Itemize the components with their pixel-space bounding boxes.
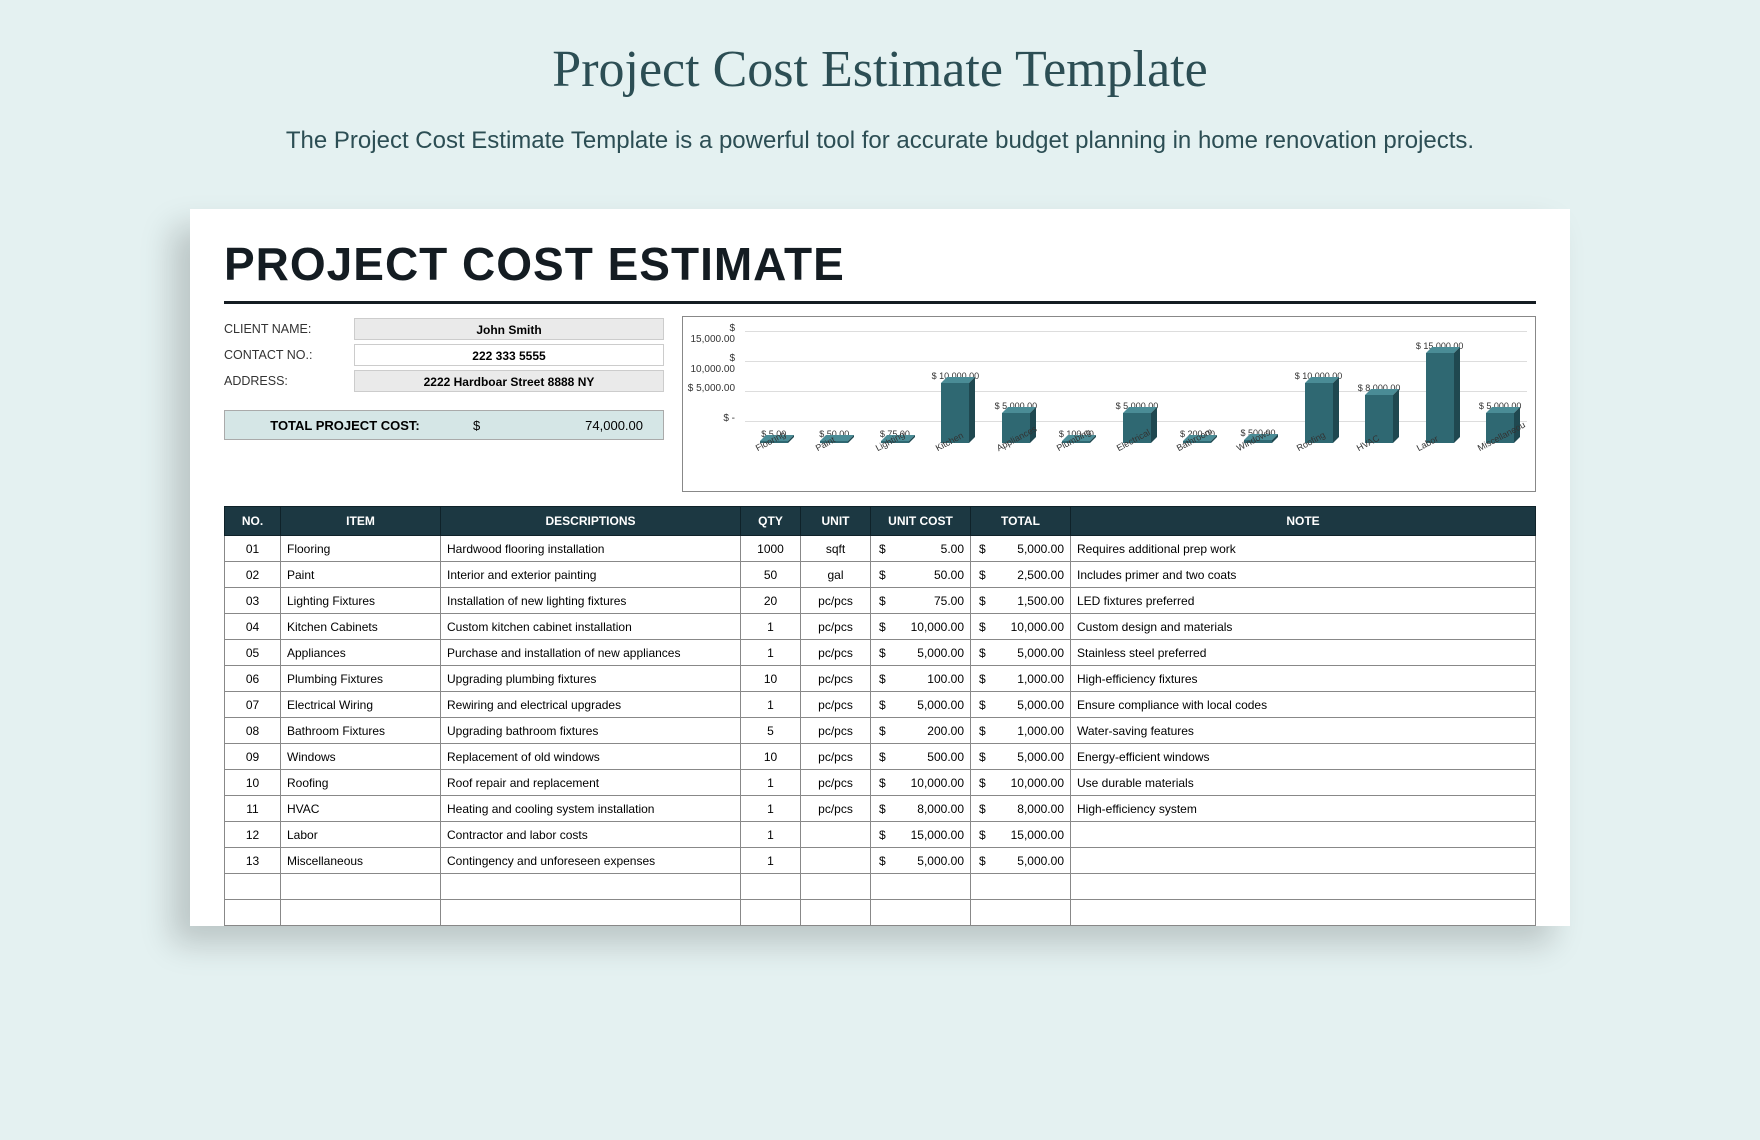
cost-chart: $ 15,000.00$ 10,000.00$ 5,000.00$ - $ 5.…	[682, 316, 1536, 492]
total-amount: 74,000.00	[505, 418, 663, 433]
table-header: QTY	[741, 507, 801, 536]
table-row: 03 Lighting Fixtures Installation of new…	[225, 588, 1536, 614]
table-header: UNIT	[801, 507, 871, 536]
table-row: 05 Appliances Purchase and installation …	[225, 640, 1536, 666]
contact-value: 222 333 5555	[354, 344, 664, 366]
chart-y-tick: $ -	[683, 413, 739, 443]
table-row: 04 Kitchen Cabinets Custom kitchen cabin…	[225, 614, 1536, 640]
table-row: 08 Bathroom Fixtures Upgrading bathroom …	[225, 718, 1536, 744]
client-name-value: John Smith	[354, 318, 664, 340]
table-row: 02 Paint Interior and exterior painting …	[225, 562, 1536, 588]
table-header: DESCRIPTIONS	[441, 507, 741, 536]
table-row: 07 Electrical Wiring Rewiring and electr…	[225, 692, 1536, 718]
table-header: UNIT COST	[871, 507, 971, 536]
table-row-empty	[225, 900, 1536, 926]
total-currency: $	[465, 418, 505, 433]
table-header: TOTAL	[971, 507, 1071, 536]
table-row: 11 HVAC Heating and cooling system insta…	[225, 796, 1536, 822]
chart-y-tick: $ 5,000.00	[683, 383, 739, 413]
chart-y-tick: $ 10,000.00	[683, 353, 739, 383]
address-value: 2222 Hardboar Street 8888 NY	[354, 370, 664, 392]
table-header: ITEM	[281, 507, 441, 536]
contact-label: CONTACT NO.:	[224, 348, 354, 362]
table-row: 13 Miscellaneous Contingency and unfores…	[225, 848, 1536, 874]
table-row: 12 Labor Contractor and labor costs 1 $1…	[225, 822, 1536, 848]
cost-table: NO.ITEMDESCRIPTIONSQTYUNITUNIT COSTTOTAL…	[224, 506, 1536, 926]
table-row: 06 Plumbing Fixtures Upgrading plumbing …	[225, 666, 1536, 692]
page-title: Project Cost Estimate Template	[0, 40, 1760, 99]
table-row: 09 Windows Replacement of old windows 10…	[225, 744, 1536, 770]
total-project-cost: TOTAL PROJECT COST: $ 74,000.00	[224, 410, 664, 440]
chart-y-tick: $ 15,000.00	[683, 323, 739, 353]
client-info-block: CLIENT NAME: John Smith CONTACT NO.: 222…	[224, 316, 664, 492]
table-row: 01 Flooring Hardwood flooring installati…	[225, 536, 1536, 562]
document-title: PROJECT COST ESTIMATE	[224, 237, 1536, 304]
table-row-empty	[225, 874, 1536, 900]
table-row: 10 Roofing Roof repair and replacement 1…	[225, 770, 1536, 796]
table-header: NO.	[225, 507, 281, 536]
client-name-label: CLIENT NAME:	[224, 322, 354, 336]
table-header: NOTE	[1071, 507, 1536, 536]
page-subtitle: The Project Cost Estimate Template is a …	[220, 123, 1540, 159]
total-label: TOTAL PROJECT COST:	[225, 418, 465, 433]
estimate-sheet: PROJECT COST ESTIMATE CLIENT NAME: John …	[190, 209, 1570, 926]
address-label: ADDRESS:	[224, 374, 354, 388]
